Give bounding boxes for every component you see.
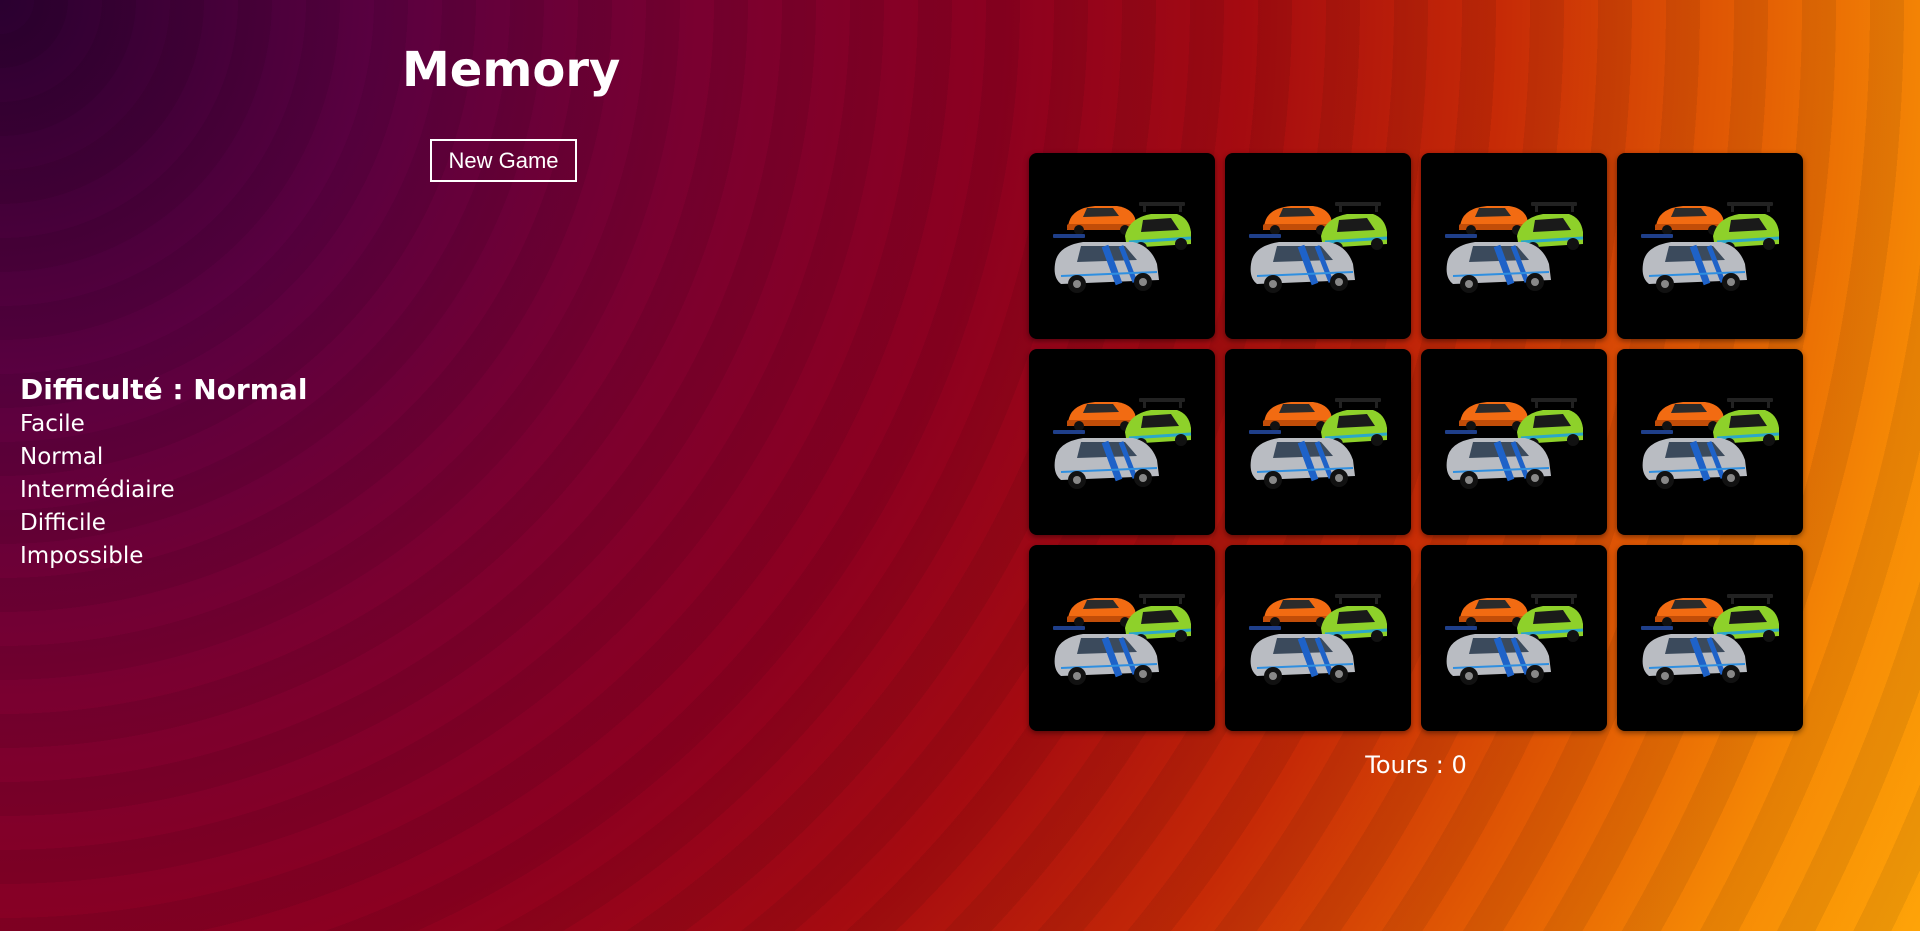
memory-card[interactable] — [1421, 545, 1607, 731]
memory-card[interactable] — [1029, 545, 1215, 731]
memory-card[interactable] — [1225, 545, 1411, 731]
memory-card[interactable] — [1225, 349, 1411, 535]
turns-counter: Tours : 0 — [1365, 751, 1467, 779]
difficulty-panel: Difficulté : Normal Facile Normal Interm… — [20, 372, 307, 573]
memory-card[interactable] — [1617, 349, 1803, 535]
three-sports-cars-icon — [1249, 202, 1388, 293]
memory-card[interactable] — [1421, 153, 1607, 339]
three-sports-cars-icon — [1249, 398, 1388, 489]
difficulty-option-difficile[interactable]: Difficile — [20, 507, 307, 540]
three-sports-cars-icon — [1249, 594, 1388, 685]
difficulty-option-impossible[interactable]: Impossible — [20, 540, 307, 573]
difficulty-option-normal[interactable]: Normal — [20, 441, 307, 474]
new-game-button[interactable]: New Game — [430, 139, 577, 182]
three-sports-cars-icon — [1445, 202, 1584, 293]
difficulty-heading: Difficulté : Normal — [20, 373, 308, 406]
three-sports-cars-icon — [1053, 398, 1192, 489]
three-sports-cars-icon — [1053, 594, 1192, 685]
memory-card[interactable] — [1029, 153, 1215, 339]
memory-card[interactable] — [1029, 349, 1215, 535]
page-title: Memory — [402, 42, 621, 98]
three-sports-cars-icon — [1445, 398, 1584, 489]
memory-card[interactable] — [1617, 545, 1803, 731]
memory-card[interactable] — [1225, 153, 1411, 339]
three-sports-cars-icon — [1053, 202, 1192, 293]
difficulty-option-intermediaire[interactable]: Intermédiaire — [20, 474, 307, 507]
three-sports-cars-icon — [1641, 398, 1780, 489]
memory-card[interactable] — [1617, 153, 1803, 339]
three-sports-cars-icon — [1445, 594, 1584, 685]
difficulty-option-facile[interactable]: Facile — [20, 408, 307, 441]
memory-card[interactable] — [1421, 349, 1607, 535]
memory-board — [1029, 153, 1803, 731]
three-sports-cars-icon — [1641, 594, 1780, 685]
three-sports-cars-icon — [1641, 202, 1780, 293]
